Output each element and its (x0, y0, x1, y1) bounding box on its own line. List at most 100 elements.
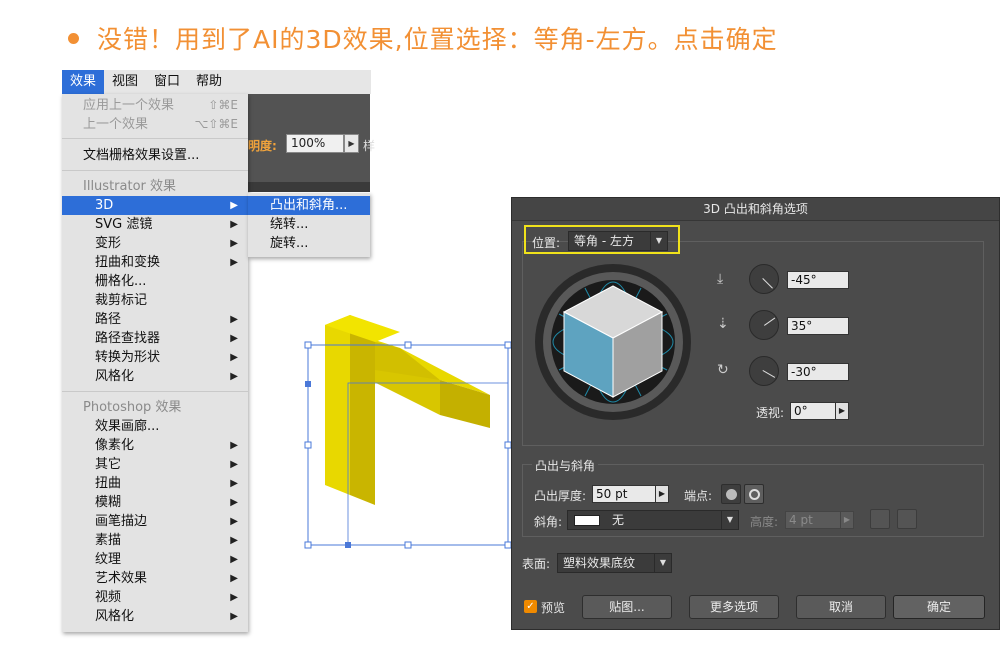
menu-item-stylize-ps[interactable]: 风格化 ▶ (62, 607, 248, 626)
menu-item-crop-marks[interactable]: 裁剪标记 (62, 291, 248, 310)
cap-label: 端点: (684, 489, 713, 503)
height-input[interactable]: 4 pt (785, 511, 841, 529)
submenu-arrow-icon: ▶ (230, 592, 238, 603)
opacity-input[interactable]: 100% (286, 134, 344, 153)
chevron-down-icon: ▼ (654, 554, 671, 572)
y-rotation-dial[interactable] (749, 310, 779, 340)
submenu-item-rotate[interactable]: 旋转... (248, 234, 370, 253)
bevel-in-icon[interactable] (897, 509, 917, 529)
submenu-item-extrude-bevel[interactable]: 凸出和斜角... (248, 196, 370, 215)
extrude-bevel-dialog: 3D 凸出和斜角选项 位置: 等角 - 左方 ▼ ⤓ -45° ⇣ 35° ↻ (511, 197, 1000, 630)
submenu-arrow-icon: ▶ (230, 257, 238, 268)
menu-item-last-effect: 上一个效果 ⌥⇧⌘E (62, 115, 248, 134)
submenu-arrow-icon: ▶ (230, 371, 238, 382)
menu-separator (62, 138, 248, 139)
rotation-trackball[interactable] (535, 254, 691, 434)
submenu-arrow-icon: ▶ (230, 219, 238, 230)
menu-item-label: 转换为形状 (95, 350, 161, 365)
opacity-dropdown-icon[interactable]: ▶ (344, 134, 359, 153)
bevel-select[interactable]: 无 ▼ (567, 510, 739, 530)
menu-effect[interactable]: 效果 (62, 70, 105, 94)
menu-item-warp[interactable]: 变形 ▶ (62, 234, 248, 253)
height-label: 高度: (750, 515, 779, 529)
cap-on-icon[interactable] (721, 484, 741, 504)
surface-select[interactable]: 塑料效果底纹 ▼ (557, 553, 672, 573)
menu-help[interactable]: 帮助 (188, 70, 230, 94)
bevel-out-icon[interactable] (870, 509, 890, 529)
submenu-arrow-icon: ▶ (230, 333, 238, 344)
menu-item-distort-transform[interactable]: 扭曲和变换 ▶ (62, 253, 248, 272)
menu-item-label: 风格化 (95, 609, 135, 624)
menu-bar: 效果 视图 窗口 帮助 (62, 70, 371, 94)
menu-item-label: 路径 (95, 312, 122, 327)
y-rotation-input[interactable]: 35° (787, 317, 849, 335)
menu-item-sketch[interactable]: 素描 ▶ (62, 531, 248, 550)
extrude-depth-label: 凸出厚度: (534, 489, 587, 503)
menu-item-label: 应用上一个效果 (83, 98, 175, 113)
menu-item-distort[interactable]: 扭曲 ▶ (62, 474, 248, 493)
perspective-dropdown-icon[interactable]: ▶ (835, 402, 849, 420)
z-rotation-dial[interactable] (749, 356, 779, 386)
preview-label: 预览 (541, 601, 566, 615)
anchor-point (345, 542, 351, 548)
artwork-3d-shape[interactable] (300, 310, 515, 555)
submenu-arrow-icon: ▶ (230, 554, 238, 565)
menu-item-effect-gallery[interactable]: 效果画廊... (62, 417, 248, 436)
menu-item-raster-settings[interactable]: 文档栅格效果设置... (62, 146, 248, 165)
menu-item-brush-strokes[interactable]: 画笔描边 ▶ (62, 512, 248, 531)
menu-item-label: 变形 (95, 236, 122, 251)
menu-item-convert-shape[interactable]: 转换为形状 ▶ (62, 348, 248, 367)
menu-item-texture[interactable]: 纹理 ▶ (62, 550, 248, 569)
menu-item-artistic[interactable]: 艺术效果 ▶ (62, 569, 248, 588)
z-rotation-input[interactable]: -30° (787, 363, 849, 381)
menu-item-label: 视频 (95, 590, 122, 605)
menu-item-label: 像素化 (95, 438, 135, 453)
opacity-label: 明度: (248, 139, 277, 153)
submenu-item-revolve[interactable]: 绕转... (248, 215, 370, 234)
y-axis-rotate-icon: ⇣ (717, 316, 729, 332)
chevron-down-icon: ▼ (650, 232, 667, 250)
menu-item-3d[interactable]: 3D ▶ (62, 196, 248, 215)
height-dropdown-icon[interactable]: ▶ (840, 511, 854, 529)
position-select[interactable]: 等角 - 左方 ▼ (568, 231, 668, 251)
menu-item-video[interactable]: 视频 ▶ (62, 588, 248, 607)
menu-item-stylize-ai[interactable]: 风格化 ▶ (62, 367, 248, 386)
menu-item-path[interactable]: 路径 ▶ (62, 310, 248, 329)
menu-item-label: 风格化 (95, 369, 135, 384)
x-rotation-input[interactable]: -45° (787, 271, 849, 289)
shortcut-label: ⌥⇧⌘E (194, 117, 238, 131)
menu-item-label: 上一个效果 (83, 117, 149, 132)
preview-checkbox[interactable]: ✓ (524, 600, 537, 613)
more-options-button[interactable]: 更多选项 (689, 595, 779, 619)
cap-off-icon[interactable] (744, 484, 764, 504)
submenu-3d: 凸出和斜角... 绕转... 旋转... (248, 193, 370, 257)
menu-item-svg-filters[interactable]: SVG 滤镜 ▶ (62, 215, 248, 234)
menu-item-label: 路径查找器 (95, 331, 161, 346)
x-rotation-dial[interactable] (749, 264, 779, 294)
menu-item-pathfinder[interactable]: 路径查找器 ▶ (62, 329, 248, 348)
menu-item-blur[interactable]: 模糊 ▶ (62, 493, 248, 512)
bevel-preview-icon (574, 515, 600, 526)
z-axis-rotate-icon: ↻ (717, 362, 729, 378)
submenu-arrow-icon: ▶ (230, 238, 238, 249)
x-axis-rotate-icon: ⤓ (717, 271, 724, 287)
shape-leg-front (350, 315, 375, 505)
extrude-depth-dropdown-icon[interactable]: ▶ (655, 485, 669, 503)
extrude-depth-input[interactable]: 50 pt (592, 485, 656, 503)
menu-item-pixelate[interactable]: 像素化 ▶ (62, 436, 248, 455)
menu-window[interactable]: 窗口 (146, 70, 188, 94)
submenu-arrow-icon: ▶ (230, 611, 238, 622)
map-art-button[interactable]: 贴图... (582, 595, 672, 619)
menu-item-rasterize[interactable]: 栅格化... (62, 272, 248, 291)
submenu-arrow-icon: ▶ (230, 200, 238, 211)
cancel-button[interactable]: 取消 (796, 595, 886, 619)
menu-item-label: 素描 (95, 533, 122, 548)
toolbar-divider (248, 182, 370, 192)
submenu-arrow-icon: ▶ (230, 352, 238, 363)
ok-button[interactable]: 确定 (893, 595, 985, 619)
submenu-arrow-icon: ▶ (230, 535, 238, 546)
perspective-input[interactable]: 0° (790, 402, 836, 420)
menu-view[interactable]: 视图 (104, 70, 146, 94)
position-select-value: 等角 - 左方 (574, 234, 634, 248)
menu-item-other[interactable]: 其它 ▶ (62, 455, 248, 474)
